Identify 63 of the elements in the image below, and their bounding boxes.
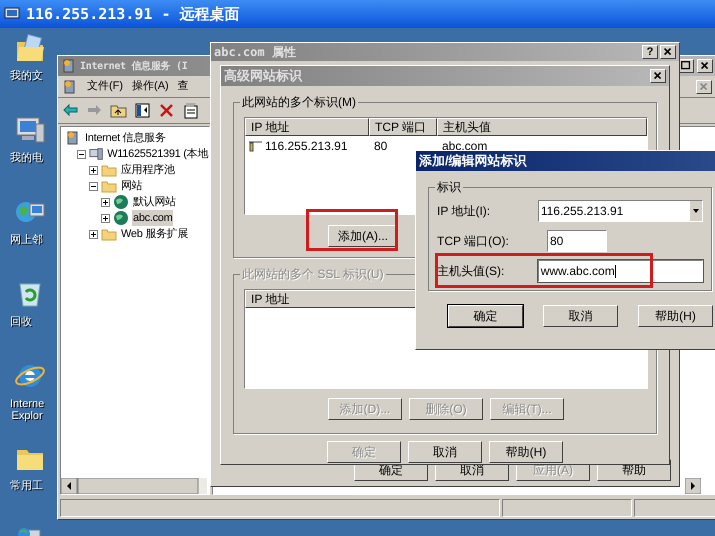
desktop-icon-label[interactable]: 我的文 <box>0 70 43 82</box>
computer-icon <box>89 146 104 162</box>
network-cable-icon <box>247 140 263 152</box>
table-cell-text: 80 <box>373 138 388 155</box>
dialog-title: abc.com 属性 <box>214 44 297 61</box>
dialog-title: 高级网站标识 <box>224 67 304 86</box>
group-label: 标识 <box>435 180 463 194</box>
collapse-toggle[interactable] <box>77 150 86 158</box>
desktop-icon-label[interactable]: 回收 <box>0 316 32 328</box>
properties-icon[interactable] <box>182 102 200 120</box>
ip-address-dropdown[interactable]: 116.255.213.91 <box>538 200 703 222</box>
tree-item[interactable]: Web 服务扩展 <box>120 226 190 242</box>
desktop-icon-label[interactable]: Interne Explor <box>0 398 44 422</box>
group-label: 此网站的多个标识(M) <box>240 95 358 109</box>
close-icon[interactable] <box>650 69 666 83</box>
collapse-toggle[interactable] <box>89 182 98 190</box>
desktop-icon-label[interactable]: 网上邻 <box>0 234 43 246</box>
menu-item[interactable]: 文件(F) <box>87 78 124 95</box>
dialog-button[interactable]: 确定 <box>448 305 523 327</box>
input-field[interactable]: www.abc.com <box>538 260 703 282</box>
menu-item[interactable]: 操作(A) <box>132 78 169 95</box>
dialog-button[interactable]: 帮助(H) <box>638 305 713 327</box>
table-cell-text: abc.com <box>441 138 488 154</box>
horizontal-scrollbar[interactable] <box>61 478 207 494</box>
expand-toggle[interactable] <box>89 230 98 238</box>
remote-desktop-icon <box>4 7 20 21</box>
close-icon[interactable] <box>660 45 676 59</box>
dialog-title: 添加/编辑网站标识 <box>419 152 527 170</box>
menu-item[interactable]: 查 <box>178 78 189 95</box>
tree-item[interactable]: 网站 <box>120 178 144 194</box>
tree-item[interactable]: 默认网站 <box>132 194 177 210</box>
scroll-right-icon[interactable] <box>685 478 701 494</box>
tree-item[interactable]: W11625521391 (本地 <box>106 146 209 162</box>
column-header[interactable]: IP 地址 <box>245 118 369 136</box>
dialog-button[interactable]: 取消 <box>408 441 482 463</box>
tree-item[interactable]: Internet 信息服务 <box>84 130 166 146</box>
window-title: 116.255.213.91 - 远程桌面 <box>26 4 240 25</box>
dialog-button[interactable]: 取消 <box>543 305 618 327</box>
group-label: 此网站的多个 SSL 标识(U) <box>240 267 386 281</box>
desktop-icon-label[interactable]: 常用工 <box>0 480 43 492</box>
field-label: IP 地址(I): <box>437 203 492 220</box>
close-icon[interactable] <box>697 59 713 73</box>
delete-icon[interactable] <box>158 102 176 120</box>
desktop-icon-label[interactable]: 我的电 <box>0 152 43 164</box>
expand-toggle[interactable] <box>89 166 98 174</box>
documents-icon[interactable] <box>14 32 46 64</box>
expand-toggle[interactable] <box>101 198 110 206</box>
column-header[interactable]: 主机头值 <box>437 118 647 136</box>
close-icon[interactable] <box>696 80 712 94</box>
column-header[interactable]: TCP 端口 <box>369 118 437 136</box>
tree-pane-icon[interactable] <box>134 102 152 120</box>
table-cell-text: 116.255.213.91 <box>265 138 348 155</box>
help-button[interactable]: ? <box>642 45 658 59</box>
tree-item[interactable]: 应用程序池 <box>120 162 176 178</box>
globe-icon <box>113 194 129 210</box>
expand-toggle[interactable] <box>101 214 110 222</box>
field-label: 主机头值(S): <box>437 263 506 280</box>
dialog-button[interactable]: 帮助(H) <box>489 441 563 463</box>
globe-icon <box>113 210 129 226</box>
field-label: TCP 端口(O): <box>437 233 510 250</box>
input-field[interactable]: 80 <box>547 230 607 252</box>
window-title: Internet 信息服务 (I <box>80 60 188 74</box>
tree-item[interactable]: abc.com <box>132 210 174 226</box>
